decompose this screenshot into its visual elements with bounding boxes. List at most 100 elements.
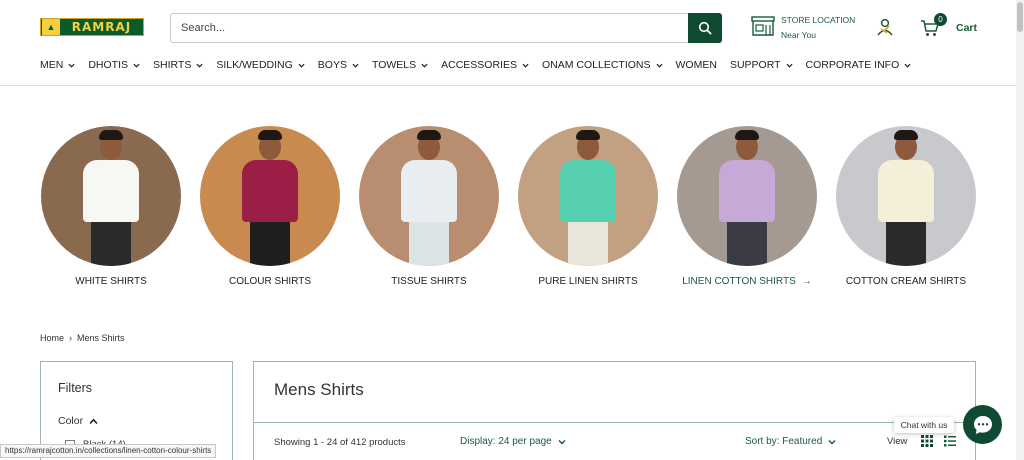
chevron-down-icon	[421, 63, 428, 68]
per-page-label: Display: 24 per page	[460, 436, 552, 447]
color-filter-label: Color	[58, 415, 84, 427]
category-label-text: TISSUE SHIRTS	[391, 276, 467, 287]
category-label-text: COTTON CREAM SHIRTS	[845, 276, 967, 287]
color-filter-toggle[interactable]: Color	[58, 415, 98, 427]
nav-item-label: TOWELS	[371, 59, 417, 71]
model-trousers	[250, 222, 290, 266]
nav-item-support[interactable]: SUPPORT	[730, 57, 793, 73]
arrow-right-icon: →	[801, 276, 812, 287]
store-location-title: STORE LOCATION	[781, 15, 856, 25]
breadcrumb-home-link[interactable]: Home	[40, 333, 64, 343]
nav-item-label: ACCESSORIES	[441, 59, 517, 71]
category-tile-linen-cotton-shirts[interactable]: LINEN COTTON SHIRTS →	[676, 126, 818, 287]
category-image	[518, 126, 658, 266]
nav-item-label: SHIRTS	[153, 59, 192, 71]
nav-item-boys[interactable]: BOYS	[318, 57, 359, 73]
sort-select[interactable]: Sort by: Featured	[745, 436, 836, 447]
nav-item-label: CORPORATE INFO	[805, 59, 900, 71]
category-image	[677, 126, 817, 266]
per-page-select[interactable]: Display: 24 per page	[460, 436, 566, 447]
model-trousers	[409, 222, 449, 266]
cart-label: Cart	[956, 22, 978, 34]
nav-item-men[interactable]: MEN	[40, 57, 75, 73]
chevron-down-icon	[522, 63, 529, 68]
chevron-down-icon	[785, 63, 793, 68]
category-image	[41, 126, 181, 266]
chevron-down-icon	[904, 63, 911, 68]
search-button[interactable]	[688, 13, 722, 43]
breadcrumb-current: Mens Shirts	[77, 333, 125, 343]
chevron-down-icon	[558, 439, 566, 445]
model-hair	[99, 130, 123, 140]
product-listing-panel: Mens Shirts Showing 1 - 24 of 412 produc…	[253, 361, 976, 460]
category-tile-cotton-cream-shirts[interactable]: COTTON CREAM SHIRTS	[835, 126, 977, 287]
model-shirt	[878, 160, 934, 222]
model-trousers	[727, 222, 767, 266]
cart-count-badge: 0	[934, 13, 947, 26]
model-shirt	[560, 160, 616, 222]
category-label-text: WHITE SHIRTS	[75, 276, 147, 287]
search-icon	[698, 21, 712, 35]
nav-item-label: BOYS	[317, 59, 347, 71]
category-tile-pure-linen-shirts[interactable]: PURE LINEN SHIRTS	[517, 126, 659, 287]
search-input[interactable]	[171, 14, 687, 42]
status-bar-url: https://ramrajcotton.in/collections/line…	[0, 444, 217, 458]
logo-text: RAMRAJ	[71, 20, 132, 34]
nav-item-dhotis[interactable]: DHOTIS	[88, 57, 140, 73]
model-trousers	[886, 222, 926, 266]
cart-link[interactable]: 0 Cart	[920, 13, 980, 40]
nav-item-women[interactable]: WOMEN	[676, 57, 717, 73]
breadcrumb: Home › Mens Shirts	[40, 333, 125, 343]
category-tile-tissue-shirts[interactable]: TISSUE SHIRTS	[358, 126, 500, 287]
chevron-up-icon	[89, 418, 98, 424]
model-shirt	[242, 160, 298, 222]
chevron-down-icon	[298, 63, 305, 68]
nav-item-label: SUPPORT	[729, 59, 781, 71]
nav-item-label: WOMEN	[675, 59, 717, 71]
category-label: LINEN COTTON SHIRTS →	[676, 276, 818, 287]
main-navigation: MEN DHOTIS SHIRTS SILK/WEDDING BOYS TOWELS ACC…	[40, 57, 924, 73]
chevron-down-icon	[68, 63, 75, 68]
store-location-subtitle: Near You	[781, 30, 816, 40]
nav-item-accessories[interactable]: ACCESSORIES	[441, 57, 529, 73]
grid-view-icon[interactable]	[921, 435, 933, 447]
listing-divider	[254, 422, 975, 423]
page-scrollbar[interactable]	[1016, 0, 1024, 460]
scrollbar-thumb[interactable]	[1017, 2, 1023, 32]
category-image	[200, 126, 340, 266]
ramraj-logo[interactable]: ▲ RAMRAJ	[40, 18, 144, 36]
nav-item-corporate-info[interactable]: CORPORATE INFO	[806, 57, 912, 73]
store-locator-link[interactable]: STORE LOCATION Near You	[750, 12, 870, 44]
nav-item-onam-collections[interactable]: ONAM COLLECTIONS	[542, 57, 663, 73]
category-label: WHITE SHIRTS	[40, 276, 182, 287]
chevron-down-icon	[828, 439, 836, 445]
nav-item-label: MEN	[40, 59, 64, 71]
category-image	[359, 126, 499, 266]
category-label-text: COLOUR SHIRTS	[228, 276, 312, 287]
model-shirt	[719, 160, 775, 222]
category-label-text: LINEN COTTON SHIRTS	[682, 276, 796, 287]
model-shirt	[83, 160, 139, 222]
category-tile-colour-shirts[interactable]: COLOUR SHIRTS	[199, 126, 341, 287]
logo-emblem-icon: ▲	[42, 19, 60, 35]
category-image	[836, 126, 976, 266]
chevron-down-icon	[655, 63, 663, 68]
store-icon	[751, 16, 775, 36]
category-tile-white-shirts[interactable]: WHITE SHIRTS	[40, 126, 182, 287]
nav-divider	[0, 85, 1016, 86]
nav-item-shirts[interactable]: SHIRTS	[153, 57, 203, 73]
nav-item-towels[interactable]: TOWELS	[372, 57, 428, 73]
model-hair	[417, 130, 441, 140]
sort-label: Sort by: Featured	[745, 436, 823, 447]
account-icon[interactable]	[874, 17, 896, 39]
category-label: COTTON CREAM SHIRTS	[835, 276, 977, 287]
model-shirt	[401, 160, 457, 222]
header: ▲ RAMRAJ STORE LOCATION Near You	[0, 0, 1016, 56]
category-label: TISSUE SHIRTS	[358, 276, 500, 287]
category-label-text: PURE LINEN SHIRTS	[538, 276, 638, 287]
nav-item-silk-wedding[interactable]: SILK/WEDDING	[216, 57, 305, 73]
chat-button[interactable]	[963, 405, 1002, 444]
chevron-down-icon	[133, 63, 140, 68]
category-label: PURE LINEN SHIRTS	[517, 276, 659, 287]
list-view-icon[interactable]	[944, 435, 956, 447]
